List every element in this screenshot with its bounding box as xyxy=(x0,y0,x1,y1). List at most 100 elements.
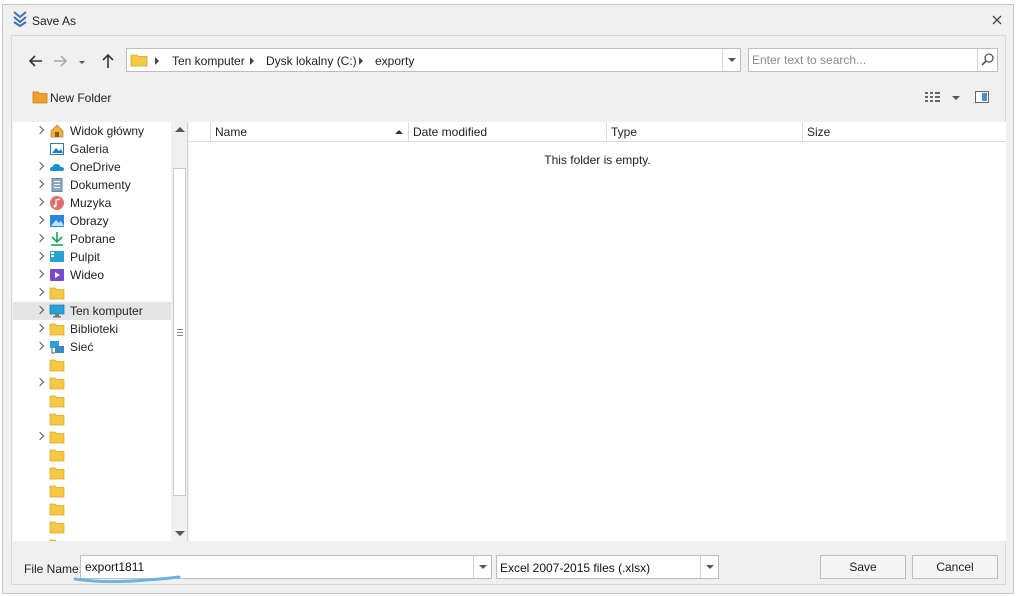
cancel-button[interactable]: Cancel xyxy=(912,555,998,579)
sidebar-item[interactable]: Sieć xyxy=(13,338,171,356)
view-dropdown-icon[interactable] xyxy=(952,96,960,100)
chevron-right-icon[interactable] xyxy=(35,251,45,261)
file-type-select[interactable]: Excel 2007-2015 files (.xlsx) xyxy=(496,555,719,579)
sidebar-item[interactable] xyxy=(13,284,171,302)
breadcrumb-ten-komputer[interactable]: Ten komputer xyxy=(172,54,245,68)
folder-icon xyxy=(130,54,148,67)
search-box xyxy=(748,48,998,72)
home-icon xyxy=(50,124,64,138)
preview-pane-button[interactable] xyxy=(974,90,990,107)
desktop-icon xyxy=(50,251,64,262)
search-button[interactable] xyxy=(977,49,997,71)
view-mode-button[interactable] xyxy=(924,90,942,107)
search-input[interactable] xyxy=(749,49,977,71)
scroll-down-icon[interactable] xyxy=(175,531,185,536)
details-view-icon xyxy=(925,92,940,102)
chevron-right-icon[interactable] xyxy=(35,287,45,297)
folder-icon xyxy=(49,521,65,534)
sidebar-item[interactable] xyxy=(13,536,171,541)
sidebar-item[interactable]: Galeria xyxy=(13,140,171,158)
computer-icon xyxy=(49,304,65,318)
back-button[interactable] xyxy=(26,51,46,71)
recent-locations-button[interactable] xyxy=(76,51,88,71)
new-folder-label: New Folder xyxy=(50,91,112,105)
chevron-right-icon[interactable] xyxy=(35,215,45,225)
file-name-dropdown-button[interactable] xyxy=(473,556,491,578)
chevron-right-icon[interactable] xyxy=(35,431,45,441)
column-header-size[interactable]: Size xyxy=(803,122,1006,142)
sidebar-item[interactable] xyxy=(13,428,171,446)
navigation-pane[interactable]: Widok główny Galeria OneDrive Dokumenty Muzy… xyxy=(13,122,188,541)
breadcrumb-separator-icon xyxy=(359,57,363,65)
breadcrumb-exporty[interactable]: exporty xyxy=(375,54,414,68)
chevron-right-icon[interactable] xyxy=(35,125,45,135)
folder-icon xyxy=(49,503,65,516)
folder-icon xyxy=(49,377,65,390)
sidebar-item-label: Widok główny xyxy=(70,124,145,138)
annotation-underline xyxy=(73,575,181,584)
sidebar-item[interactable]: OneDrive xyxy=(13,158,171,176)
sidebar-item[interactable] xyxy=(13,446,171,464)
footer-bar: File Name: Excel 2007-2015 files (.xlsx)… xyxy=(13,542,1006,585)
close-icon[interactable] xyxy=(991,14,1003,26)
sidebar-item-label: Obrazy xyxy=(70,214,109,228)
sidebar-item[interactable]: Pobrane xyxy=(13,230,171,248)
chevron-right-icon[interactable] xyxy=(35,233,45,243)
sidebar-item[interactable] xyxy=(13,518,171,536)
chevron-right-icon[interactable] xyxy=(35,197,45,207)
sidebar-item[interactable]: Obrazy xyxy=(13,212,171,230)
save-as-dialog: Save As Ten komputer Dysk lokalny (C:) e… xyxy=(2,4,1014,594)
scrollbar-thumb[interactable] xyxy=(173,168,186,496)
save-button[interactable]: Save xyxy=(820,555,906,579)
sidebar-item[interactable]: Muzyka xyxy=(13,194,171,212)
sidebar-item-label: Biblioteki xyxy=(70,322,119,336)
video-icon xyxy=(50,269,64,281)
address-dropdown-button[interactable] xyxy=(722,49,740,71)
address-bar[interactable]: Ten komputer Dysk lokalny (C:) exporty xyxy=(126,48,741,72)
chevron-right-icon[interactable] xyxy=(35,377,45,387)
up-button[interactable] xyxy=(98,51,118,71)
sidebar-item-label: Dokumenty xyxy=(70,178,131,192)
sidebar-item[interactable] xyxy=(13,374,171,392)
pictures-icon xyxy=(50,215,64,227)
scroll-up-icon[interactable] xyxy=(175,127,185,132)
chevron-right-icon[interactable] xyxy=(35,341,45,351)
sidebar-item-label: OneDrive xyxy=(70,160,121,174)
folder-icon xyxy=(49,467,65,480)
documents-icon xyxy=(51,178,63,192)
chevron-right-icon[interactable] xyxy=(35,269,45,279)
sidebar-item[interactable] xyxy=(13,356,171,374)
column-header-date-modified[interactable]: Date modified xyxy=(409,122,607,142)
dialog-body: Ten komputer Dysk lokalny (C:) exporty N… xyxy=(11,35,1006,585)
breadcrumb-separator-icon xyxy=(250,57,254,65)
arrow-left-icon xyxy=(28,55,42,67)
column-header-type[interactable]: Type xyxy=(607,122,803,142)
sidebar-item[interactable]: Ten komputer xyxy=(13,302,171,320)
arrow-right-icon xyxy=(54,55,68,67)
window-title: Save As xyxy=(32,14,77,28)
sidebar-item[interactable]: Biblioteki xyxy=(13,320,171,338)
sidebar-item-label: Ten komputer xyxy=(70,304,143,318)
sidebar-item[interactable]: Widok główny xyxy=(13,122,171,140)
chevron-right-icon[interactable] xyxy=(35,305,45,315)
chevron-right-icon[interactable] xyxy=(35,323,45,333)
sidebar-item[interactable] xyxy=(13,500,171,518)
sidebar-item[interactable] xyxy=(13,392,171,410)
chevron-right-icon[interactable] xyxy=(35,179,45,189)
file-type-dropdown-button[interactable] xyxy=(700,556,718,578)
file-list[interactable]: Name Date modified Type Size This folder… xyxy=(189,122,1006,541)
sidebar-item-label: Wideo xyxy=(70,268,105,282)
chevron-right-icon[interactable] xyxy=(35,161,45,171)
forward-button[interactable] xyxy=(50,51,70,71)
sidebar-item[interactable] xyxy=(13,464,171,482)
breadcrumb-dysk-lokalny[interactable]: Dysk lokalny (C:) xyxy=(266,54,357,68)
sidebar-item[interactable]: Dokumenty xyxy=(13,176,171,194)
sidebar-item-label: Muzyka xyxy=(70,196,112,210)
sidebar-scrollbar[interactable] xyxy=(171,122,187,541)
sidebar-item[interactable]: Wideo xyxy=(13,266,171,284)
sidebar-item[interactable]: Pulpit xyxy=(13,248,171,266)
column-header-name[interactable]: Name xyxy=(211,122,409,142)
arrow-up-icon xyxy=(102,53,114,68)
sidebar-item[interactable] xyxy=(13,482,171,500)
sidebar-item[interactable] xyxy=(13,410,171,428)
